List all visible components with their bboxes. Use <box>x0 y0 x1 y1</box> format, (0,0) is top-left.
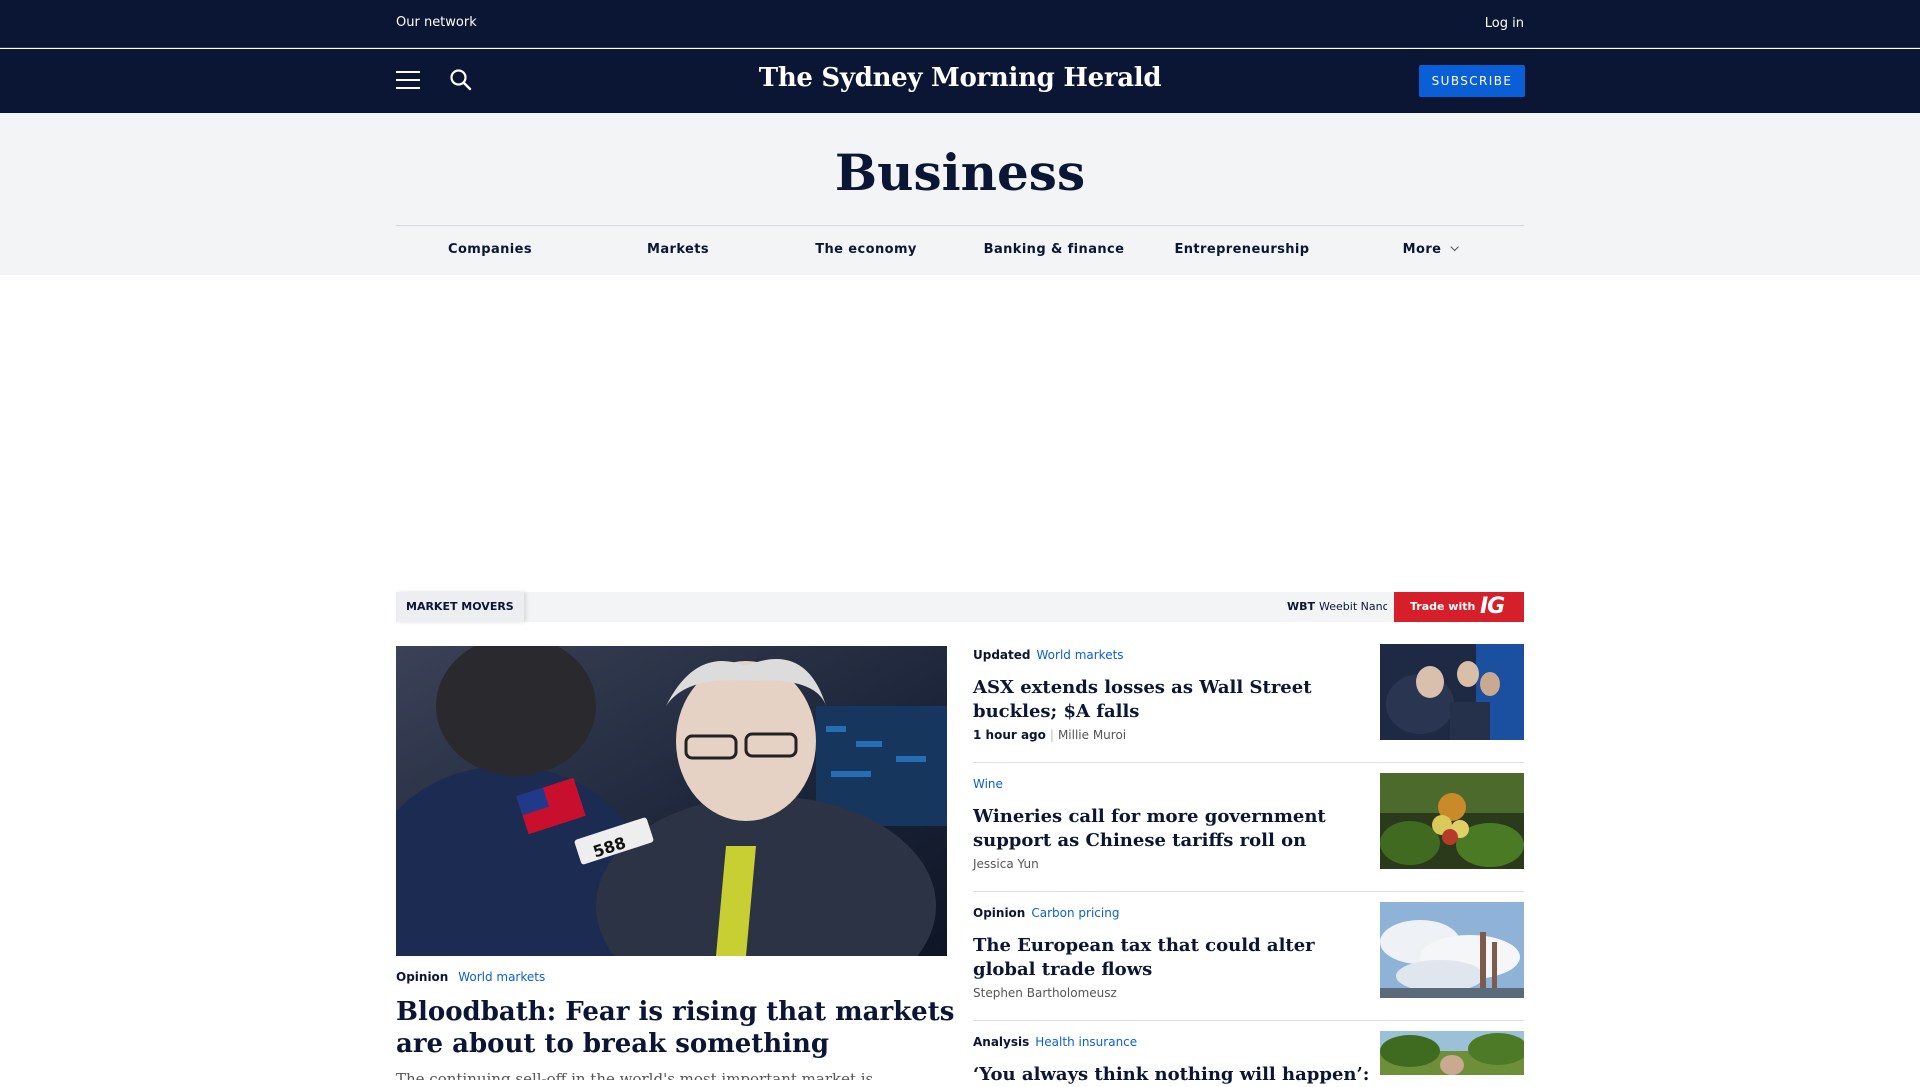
ig-logo: IG <box>1480 594 1505 619</box>
page-title: Business <box>834 143 1086 202</box>
story-tag[interactable]: World markets <box>1037 648 1124 662</box>
story-kicker: Analysis <box>973 1035 1030 1049</box>
lead-headline[interactable]: Bloodbath: Fear is rising that markets a… <box>396 996 956 1060</box>
story-thumbnail[interactable] <box>1380 773 1524 869</box>
story-meta: Analysis Health insurance <box>973 1035 1137 1049</box>
story-headline[interactable]: The European tax that could alter global… <box>973 934 1373 982</box>
story-time: 1 hour ago <box>973 728 1046 742</box>
nav-entrepreneurship[interactable]: Entrepreneurship <box>1174 242 1309 257</box>
story-tag[interactable]: Wine <box>973 777 1003 791</box>
story-divider <box>973 891 1524 892</box>
story-divider <box>973 762 1524 763</box>
lead-kicker: Opinion <box>396 970 449 984</box>
lead-tag[interactable]: World markets <box>458 970 545 984</box>
story-meta: Updated World markets <box>973 648 1124 662</box>
story-meta: Opinion Carbon pricing <box>973 906 1119 920</box>
story-divider <box>973 1020 1524 1021</box>
story-meta: Wine <box>973 777 1003 791</box>
subscribe-button[interactable]: SUBSCRIBE <box>1419 65 1525 97</box>
site-logo[interactable]: The Sydney Morning Herald <box>0 63 1920 93</box>
chevron-down-icon <box>1450 242 1459 252</box>
lead-story-image[interactable]: 588 <box>396 646 947 956</box>
lead-summary: The continuing sell-off in the world's m… <box>396 1070 874 1080</box>
nav-banking-finance[interactable]: Banking & finance <box>984 242 1125 257</box>
story-thumbnail[interactable] <box>1380 1031 1524 1075</box>
byline-separator: | <box>1049 728 1054 742</box>
section-header: Business Companies Markets The economy B… <box>0 113 1920 275</box>
story-byline: 1 hour ago | Millie Muroi <box>973 728 1126 742</box>
ticker-code: WBT <box>1287 600 1316 613</box>
story-author[interactable]: Stephen Bartholomeusz <box>973 986 1117 1000</box>
nav-more-label: More <box>1402 242 1442 257</box>
market-movers-bar: MARKET MOVERS WBTWeebit Nano Ltd Trade w… <box>396 592 1524 622</box>
trade-with-label: Trade with <box>1410 600 1476 613</box>
story-byline: Stephen Bartholomeusz <box>973 986 1117 1000</box>
story-headline[interactable]: Wineries call for more government suppor… <box>973 805 1373 853</box>
story-headline[interactable]: ASX extends losses as Wall Street buckle… <box>973 676 1373 724</box>
lead-story-meta: Opinion World markets <box>396 970 545 984</box>
masthead: The Sydney Morning Herald SUBSCRIBE <box>0 49 1920 113</box>
story-tag[interactable]: Health insurance <box>1035 1035 1137 1049</box>
nav-more[interactable]: More <box>1402 242 1459 257</box>
login-link[interactable]: Log in <box>1485 16 1524 31</box>
ticker-name: Weebit Nano Ltd <box>1319 600 1387 613</box>
story-kicker: Updated <box>973 648 1031 662</box>
story-tag[interactable]: Carbon pricing <box>1031 906 1119 920</box>
network-bar: Our network Log in <box>0 0 1920 48</box>
story-kicker: Opinion <box>973 906 1026 920</box>
story-byline: Jessica Yun <box>973 857 1039 871</box>
nav-markets[interactable]: Markets <box>647 242 709 257</box>
our-network-link[interactable]: Our network <box>396 15 477 30</box>
story-author[interactable]: Jessica Yun <box>973 857 1039 871</box>
story-thumbnail[interactable] <box>1380 644 1524 740</box>
nav-companies[interactable]: Companies <box>448 242 532 257</box>
market-movers-label: MARKET MOVERS <box>396 592 524 622</box>
story-author[interactable]: Millie Muroi <box>1058 728 1126 742</box>
trade-with-ig-button[interactable]: Trade with IG <box>1394 592 1524 622</box>
ticker-item[interactable]: WBTWeebit Nano Ltd <box>1287 600 1387 613</box>
story-headline[interactable]: ‘You always think nothing will happen’: <box>973 1063 1373 1087</box>
section-nav: Companies Markets The economy Banking & … <box>396 225 1524 275</box>
story-thumbnail[interactable] <box>1380 902 1524 998</box>
nav-the-economy[interactable]: The economy <box>815 242 917 257</box>
